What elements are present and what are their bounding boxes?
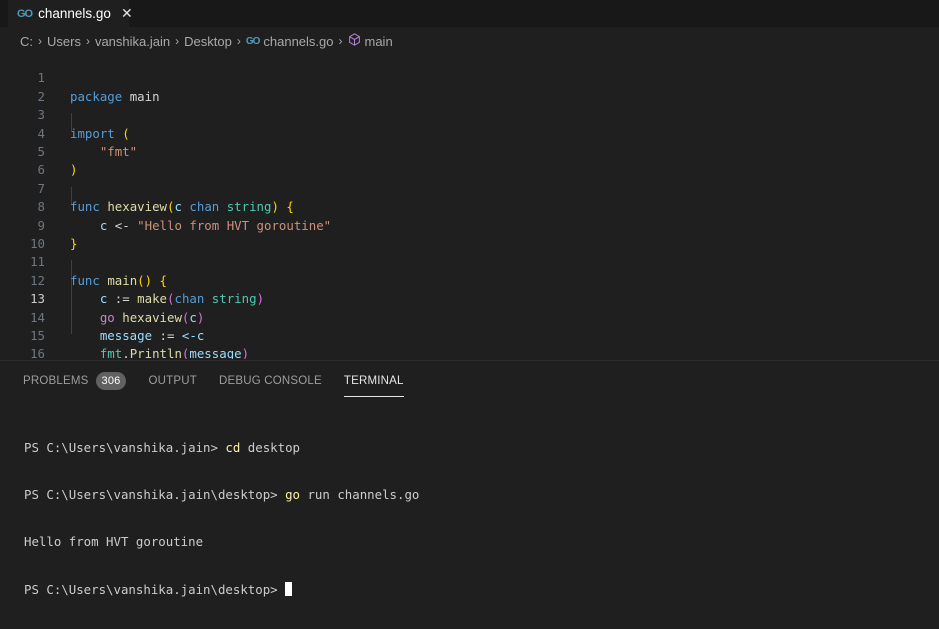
- problems-count-badge: 306: [95, 372, 127, 390]
- code-line: 5 ): [0, 125, 939, 177]
- code-line: 4 "fmt": [0, 106, 939, 159]
- code-line-active: 13 go hexaview(c): [0, 272, 939, 324]
- code-line: 3 import (: [0, 88, 939, 140]
- code-line: 12 c := make(chan string): [0, 253, 939, 306]
- terminal-prompt: PS C:\Users\vanshika.jain\desktop>: [24, 581, 286, 597]
- code-line: 16 }: [0, 327, 939, 359]
- code-editor[interactable]: 1 package main 2 3 import ( 4 "fmt" 5 ) …: [0, 51, 939, 359]
- terminal-line: Hello from HVT goroutine: [24, 534, 419, 550]
- terminal-line: PS C:\Users\vanshika.jain\desktop>: [24, 581, 419, 598]
- tab-problems[interactable]: PROBLEMS 306: [23, 370, 127, 392]
- code-line: 6: [0, 143, 939, 177]
- go-file-icon: GO: [17, 7, 33, 20]
- code-line: 8 c <- "Hello from HVT goroutine": [0, 180, 939, 232]
- terminal-prompt: PS C:\Users\vanshika.jain\desktop>: [24, 486, 286, 502]
- code-line: 11 func main() {: [0, 235, 939, 287]
- code-line: 17: [0, 345, 939, 359]
- bottom-panel: PROBLEMS 306 OUTPUT DEBUG CONSOLE TERMIN…: [0, 360, 939, 597]
- tab-problems-label: PROBLEMS: [23, 375, 89, 387]
- breadcrumb-item-desktop[interactable]: Desktop: [184, 34, 232, 49]
- breadcrumb-item-users[interactable]: Users: [47, 34, 81, 49]
- breadcrumb-item-file[interactable]: channels.go: [263, 34, 333, 49]
- tab-channels-go[interactable]: GO channels.go ✕: [8, 0, 133, 27]
- panel-tabs: PROBLEMS 306 OUTPUT DEBUG CONSOLE TERMIN…: [23, 370, 426, 397]
- tab-terminal-label: TERMINAL: [343, 375, 404, 387]
- tab-debug-console-label: DEBUG CONSOLE: [218, 375, 322, 387]
- code-line: 7 func hexaview(c chan string) {: [0, 161, 939, 214]
- terminal-command: go: [285, 486, 301, 502]
- terminal-line: PS C:\Users\vanshika.jain> cd desktop: [24, 440, 419, 456]
- symbol-method-icon: [348, 33, 361, 49]
- chevron-right-icon: ›: [338, 34, 343, 48]
- code-line: 9 }: [0, 198, 939, 251]
- editor-tab-bar: GO channels.go ✕: [0, 0, 939, 27]
- code-line: 2: [0, 69, 939, 104]
- terminal-argument: run channels.go: [300, 486, 420, 502]
- chevron-right-icon: ›: [175, 34, 180, 48]
- tab-output[interactable]: OUTPUT: [148, 370, 196, 392]
- go-file-icon: GO: [245, 35, 261, 47]
- tab-debug-console[interactable]: DEBUG CONSOLE: [219, 370, 322, 392]
- close-icon[interactable]: ✕: [121, 5, 133, 22]
- breadcrumb-item-drive[interactable]: C:: [20, 34, 33, 49]
- code-line: 1 package main: [0, 51, 939, 103]
- terminal-cursor: [285, 581, 293, 596]
- terminal-command: cd: [225, 439, 241, 455]
- terminal-line: PS C:\Users\vanshika.jain\desktop> go ru…: [24, 487, 419, 503]
- chevron-right-icon: ›: [38, 34, 42, 48]
- code-line: 14 message := <-c: [0, 290, 939, 343]
- tab-output-label: OUTPUT: [148, 375, 197, 387]
- tab-label: channels.go: [38, 6, 111, 21]
- chevron-right-icon: ›: [236, 34, 241, 48]
- terminal-prompt: PS C:\Users\vanshika.jain>: [24, 439, 226, 455]
- chevron-right-icon: ›: [85, 34, 90, 48]
- tab-terminal[interactable]: TERMINAL: [343, 370, 404, 397]
- breadcrumb: C: › Users › vanshika.jain › Desktop › G…: [20, 31, 393, 51]
- terminal-program-output: Hello from HVT goroutine: [24, 534, 204, 550]
- terminal-output[interactable]: PS C:\Users\vanshika.jain> cd desktop PS…: [24, 408, 419, 629]
- terminal-argument: desktop: [240, 439, 301, 455]
- code-line: 15 fmt.Println(message): [0, 309, 939, 359]
- breadcrumb-item-symbol[interactable]: main: [365, 34, 393, 49]
- code-line: 10: [0, 217, 939, 251]
- breadcrumb-item-user[interactable]: vanshika.jain: [95, 34, 170, 49]
